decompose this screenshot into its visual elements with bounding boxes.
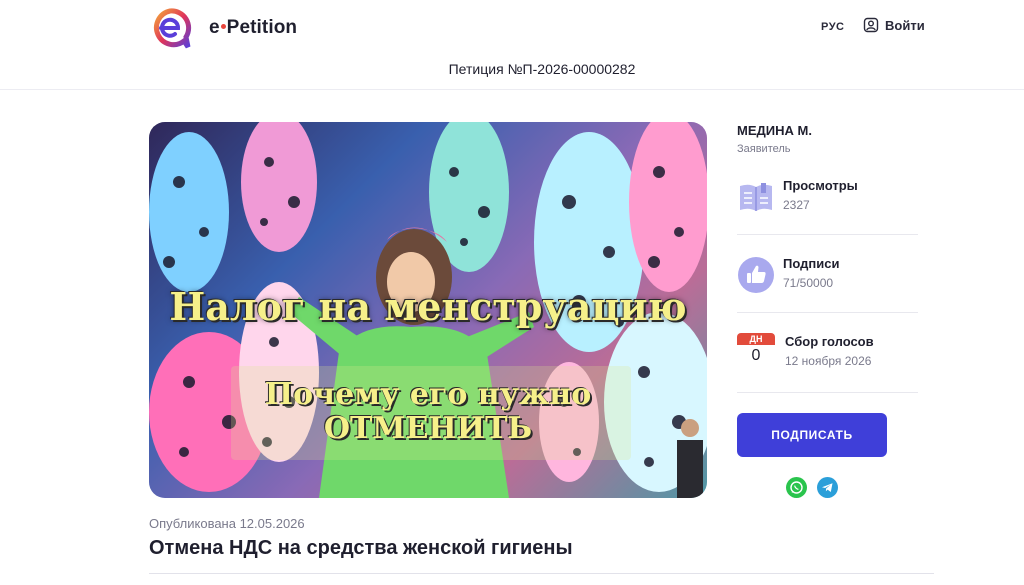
whatsapp-icon [790, 481, 803, 494]
collection-stat: ДН 0 Сбор голосов 12 ноября 2026 [737, 333, 918, 371]
days-label: ДН [737, 333, 775, 345]
collection-date: 12 ноября 2026 [785, 354, 872, 368]
divider [149, 573, 934, 574]
brand-name[interactable]: e Petition [209, 17, 297, 39]
views-value: 2327 [783, 198, 810, 212]
petition-cover-image: Налог на менструацию Почему его нужно ОТ… [149, 122, 707, 498]
logo-icon[interactable] [148, 7, 192, 49]
brand-prefix: e [209, 17, 220, 38]
brand-text: Petition [226, 17, 298, 38]
sign-button[interactable]: ПОДПИСАТЬ [737, 413, 887, 457]
published-date: Опубликована 12.05.2026 [149, 516, 305, 531]
petition-title: Отмена НДС на средства женской гигиены [149, 537, 573, 559]
cover-subtitle: Почему его нужно ОТМЕНИТЬ [149, 378, 707, 446]
book-icon [740, 183, 772, 211]
author-role: Заявитель [737, 143, 791, 155]
days-value: 0 [751, 347, 761, 364]
divider [737, 234, 918, 235]
signatures-label: Подписи [783, 256, 840, 271]
telegram-share-button[interactable] [817, 477, 838, 498]
signatures-stat: Подписи 71/50000 [737, 256, 918, 294]
whatsapp-share-button[interactable] [786, 477, 807, 498]
login-label: Войти [885, 17, 925, 33]
user-icon [863, 17, 879, 33]
cover-title: Налог на менструацию [169, 284, 687, 329]
brand-dot [220, 24, 226, 30]
header: e Petition РУС Войти Петиция №П-2026-0000… [0, 0, 1024, 90]
cover-subtitle-line2: ОТМЕНИТЬ [323, 411, 533, 446]
calendar-icon: ДН 0 [737, 333, 775, 369]
petition-number: Петиция №П-2026-00000282 [448, 61, 636, 77]
cover-subtitle-line1: Почему его нужно [264, 377, 592, 412]
divider [737, 392, 918, 393]
login-button[interactable]: Войти [863, 17, 925, 33]
views-stat: Просмотры 2327 [737, 178, 918, 216]
language-switch[interactable]: РУС [821, 21, 844, 33]
views-label: Просмотры [783, 178, 858, 193]
author-name[interactable]: МЕДИНА М. [737, 123, 812, 138]
thumbs-up-icon [738, 257, 774, 293]
collection-label: Сбор голосов [785, 334, 874, 349]
signatures-value: 71/50000 [783, 276, 834, 290]
telegram-icon [822, 483, 833, 492]
divider [737, 312, 918, 313]
